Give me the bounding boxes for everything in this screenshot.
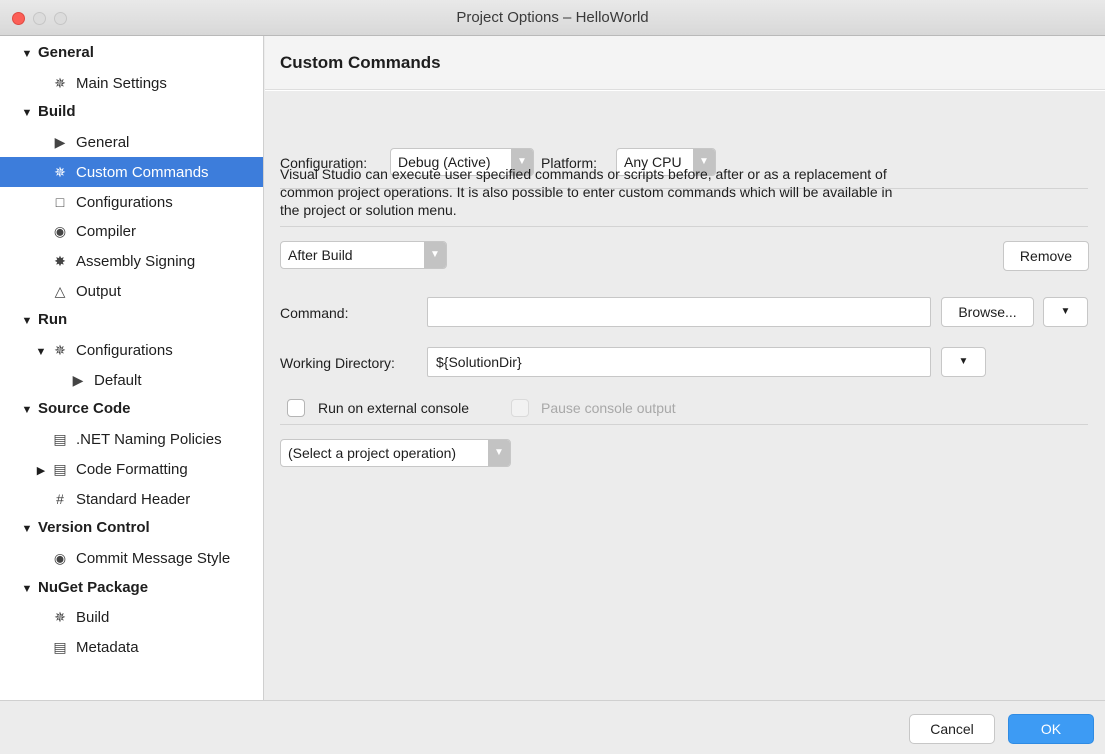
disclosure-expanded-icon[interactable]: ▼: [20, 39, 34, 69]
external-console-label: Run on external console: [318, 400, 469, 416]
gear-icon: ✵: [54, 74, 66, 91]
pause-output-label: Pause console output: [541, 400, 676, 416]
flask-icon: △: [54, 282, 66, 299]
command-label: Command:: [280, 305, 349, 321]
circle-icon: ◉: [53, 549, 67, 566]
sidebar-item-label: Commit Message Style: [76, 549, 231, 567]
sidebar-item-net-naming-policies[interactable]: ▤ .NET Naming Policies: [0, 424, 263, 454]
working-directory-label: Working Directory:: [280, 355, 395, 371]
sidebar-item-default[interactable]: ▶ Default: [0, 365, 263, 395]
sidebar-item-configurations[interactable]: ▼ ✵ Configurations: [0, 335, 263, 365]
sidebar-item-label: Build: [76, 609, 110, 627]
sidebar-section-run[interactable]: ▼ Run: [0, 305, 263, 335]
window-icon: □: [55, 193, 65, 210]
circle-icon: ◉: [53, 223, 67, 240]
gear-icon: ✵: [54, 163, 66, 180]
sidebar-item-label: Custom Commands: [76, 163, 209, 181]
working-directory-input[interactable]: [427, 347, 931, 377]
sidebar-item-configurations[interactable]: □ Configurations: [0, 187, 263, 217]
command-type-select[interactable]: After Build ▼: [280, 241, 447, 269]
sidebar-item-label: Compiler: [76, 223, 137, 241]
sidebar-item-metadata[interactable]: ▤ Metadata: [0, 632, 263, 662]
divider: [280, 226, 1088, 227]
sidebar-item-label: Configurations: [76, 342, 173, 359]
list-icon: ▤: [53, 431, 67, 448]
command-input[interactable]: [427, 297, 931, 327]
gear-icon: ✵: [54, 609, 66, 626]
sidebar-section-general[interactable]: ▼ General: [0, 38, 263, 68]
sidebar-item-build[interactable]: ✵ Build: [0, 602, 263, 632]
disclosure-expanded-icon[interactable]: ▼: [34, 337, 48, 367]
ok-button[interactable]: OK: [1008, 714, 1094, 744]
sidebar-section-build[interactable]: ▼ Build: [0, 97, 263, 127]
sidebar-item-compiler[interactable]: ◉ Compiler: [0, 216, 263, 246]
description-text: Visual Studio can execute user specified…: [280, 166, 893, 218]
working-directory-dropdown-button[interactable]: ▼: [941, 347, 986, 377]
panel-header: Custom Commands: [265, 36, 1105, 90]
disclosure-expanded-icon[interactable]: ▼: [20, 514, 34, 544]
sidebar-item-label: Run: [38, 311, 68, 329]
pause-output-checkbox[interactable]: [511, 399, 529, 417]
cancel-button[interactable]: Cancel: [909, 714, 995, 744]
sidebar-item-label: Build: [38, 103, 76, 121]
chevron-down-icon: ▼: [958, 356, 969, 367]
divider: [280, 424, 1088, 425]
title-bar[interactable]: Project Options – HelloWorld: [0, 0, 1105, 36]
sidebar-section-nuget-package[interactable]: ▼ NuGet Package: [0, 573, 263, 603]
play-icon: ▶: [54, 134, 66, 151]
disclosure-expanded-icon[interactable]: ▼: [20, 98, 34, 128]
sidebar-item-label: General: [76, 134, 130, 152]
window-title: Project Options – HelloWorld: [456, 9, 649, 26]
chevron-down-icon: ▼: [424, 242, 446, 268]
project-options-window: Project Options – HelloWorld ▼ General ✵ Ma…: [0, 0, 1105, 754]
sidebar-item-label: Standard Header: [76, 490, 191, 508]
dialog-footer: Cancel OK: [0, 700, 1105, 754]
sidebar-item-label: General: [38, 44, 94, 61]
list-icon: ▤: [53, 639, 67, 655]
sidebar-section-source-code[interactable]: ▼ Source Code: [0, 394, 263, 424]
disclosure-collapsed-icon[interactable]: ▶: [34, 456, 48, 486]
project-operation-value: (Select a project operation): [288, 445, 457, 461]
command-options-dropdown-button[interactable]: ▼: [1043, 297, 1088, 327]
sidebar-item-label: .NET Naming Policies: [76, 431, 222, 449]
custom-commands-content: Configuration: Debug (Active) ▼ Platform…: [265, 91, 1105, 700]
sidebar-item-label: Metadata: [76, 639, 139, 656]
sidebar-item-main-settings[interactable]: ✵ Main Settings: [0, 68, 263, 98]
hash-icon: #: [56, 490, 64, 507]
sidebar-item-label: Output: [76, 282, 122, 300]
sidebar-item-standard-header[interactable]: # Standard Header: [0, 484, 263, 514]
sidebar-item-label: Configurations: [76, 193, 173, 211]
browse-button[interactable]: Browse...: [941, 297, 1034, 327]
sidebar-item-code-formatting[interactable]: ▶ ▤ Code Formatting: [0, 454, 263, 484]
sidebar-item-general[interactable]: ▶ General: [0, 127, 263, 157]
external-console-checkbox[interactable]: [287, 399, 305, 417]
sidebar-item-commit-message-style[interactable]: ◉ Commit Message Style: [0, 543, 263, 573]
chevron-down-icon: ▼: [488, 440, 510, 466]
disclosure-expanded-icon[interactable]: ▼: [20, 574, 34, 604]
list-icon: ▤: [53, 460, 67, 477]
gear-icon: ✵: [54, 342, 66, 358]
sidebar-item-custom-commands[interactable]: ✵ Custom Commands: [0, 156, 263, 187]
sidebar-section-version-control[interactable]: ▼ Version Control: [0, 513, 263, 543]
disclosure-expanded-icon[interactable]: ▼: [20, 306, 34, 336]
disclosure-expanded-icon[interactable]: ▼: [20, 395, 34, 425]
sidebar-item-assembly-signing[interactable]: ✸ Assembly Signing: [0, 246, 263, 276]
sidebar-item-label: Assembly Signing: [76, 252, 196, 270]
panel-title: Custom Commands: [280, 53, 441, 72]
command-type-value: After Build: [288, 247, 353, 263]
sidebar-item-label: Source Code: [38, 400, 131, 418]
sidebar-item-label: NuGet Package: [38, 578, 149, 596]
remove-button[interactable]: Remove: [1003, 241, 1089, 271]
play-icon: ▶: [72, 371, 84, 388]
main-panel: Custom Commands Configuration: Debug (Ac…: [265, 36, 1105, 700]
chevron-down-icon: ▼: [1060, 306, 1071, 317]
options-tree-sidebar: ▼ General ✵ Main Settings ▼ Build ▶ General ✵ Cus…: [0, 36, 264, 700]
badge-icon: ✸: [54, 252, 66, 269]
sidebar-item-label: Default: [94, 371, 142, 389]
sidebar-item-output[interactable]: △ Output: [0, 276, 263, 306]
sidebar-item-label: Version Control: [38, 519, 150, 537]
sidebar-item-label: Code Formatting: [76, 460, 188, 478]
sidebar-item-label: Main Settings: [76, 74, 167, 92]
project-operation-select[interactable]: (Select a project operation) ▼: [280, 439, 511, 467]
